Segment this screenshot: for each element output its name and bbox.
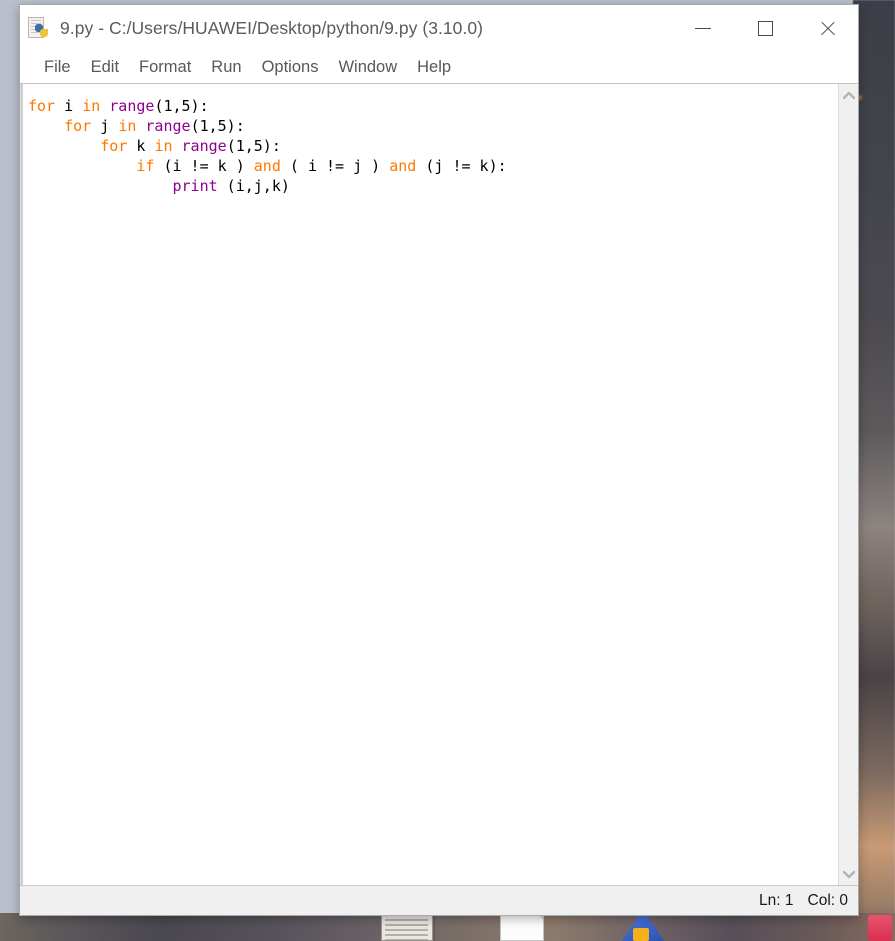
maximize-button[interactable]	[734, 5, 796, 52]
vertical-scrollbar[interactable]	[838, 84, 858, 885]
python-file-icon	[28, 16, 50, 41]
minimize-button[interactable]	[672, 5, 734, 52]
code-token: range	[181, 137, 227, 155]
code-token: (i,j,k)	[217, 177, 290, 195]
close-icon	[819, 20, 836, 37]
window-title: 9.py - C:/Users/HUAWEI/Desktop/python/9.…	[60, 18, 484, 38]
close-button[interactable]	[796, 5, 858, 52]
code-token: ( i != j )	[280, 157, 390, 175]
editor-area: for i in range(1,5): for j in range(1,5)…	[20, 84, 858, 885]
code-token: range	[145, 117, 191, 135]
title-bar-left: 9.py - C:/Users/HUAWEI/Desktop/python/9.…	[20, 16, 672, 41]
code-token: (1,5):	[190, 117, 245, 135]
maximize-icon	[757, 21, 773, 36]
code-token: (1,5):	[154, 97, 209, 115]
menu-item-help[interactable]: Help	[417, 58, 451, 77]
minimize-icon	[695, 28, 711, 29]
code-token: and	[389, 157, 417, 175]
status-bar: Ln: 1 Col: 0	[20, 885, 858, 915]
code-token: if	[136, 157, 155, 175]
menu-item-run[interactable]: Run	[211, 58, 241, 77]
menu-item-options[interactable]: Options	[262, 58, 319, 77]
code-token: for	[64, 117, 92, 135]
code-token: in	[82, 97, 101, 115]
menu-item-window[interactable]: Window	[338, 58, 397, 77]
code-token: (j != k):	[416, 157, 507, 175]
desktop: 9.py - C:/Users/HUAWEI/Desktop/python/9.…	[0, 0, 895, 941]
code-token: (1,5):	[226, 137, 281, 155]
code-token: k	[127, 137, 155, 155]
code-editor[interactable]: for i in range(1,5): for j in range(1,5)…	[21, 84, 838, 885]
wallpaper-bottom-strip	[0, 913, 895, 941]
code-token: and	[253, 157, 281, 175]
code-text[interactable]: for i in range(1,5): for j in range(1,5)…	[24, 96, 838, 196]
status-column-number: Col: 0	[807, 891, 849, 909]
wallpaper-right-strip	[853, 0, 895, 941]
title-bar[interactable]: 9.py - C:/Users/HUAWEI/Desktop/python/9.…	[20, 5, 858, 52]
pink-app-icon[interactable]	[868, 915, 892, 941]
code-token: for	[100, 137, 128, 155]
menu-item-edit[interactable]: Edit	[91, 58, 119, 77]
menu-item-format[interactable]: Format	[139, 58, 191, 77]
code-token: i	[55, 97, 83, 115]
code-token: print	[172, 177, 218, 195]
code-token: j	[91, 117, 119, 135]
menu-bar: File Edit Format Run Options Window Help	[20, 52, 858, 84]
idle-editor-window: 9.py - C:/Users/HUAWEI/Desktop/python/9.…	[19, 4, 859, 916]
menu-item-file[interactable]: File	[44, 58, 71, 77]
chevron-down-icon[interactable]	[839, 863, 859, 885]
code-token: range	[109, 97, 155, 115]
scrollbar-track[interactable]	[839, 106, 859, 863]
code-token: in	[154, 137, 173, 155]
chevron-up-icon[interactable]	[839, 84, 859, 106]
code-token: for	[28, 97, 56, 115]
window-controls	[672, 5, 858, 52]
code-token: (i != k )	[154, 157, 254, 175]
status-line-number: Ln: 1	[759, 891, 794, 909]
code-token: in	[118, 117, 137, 135]
